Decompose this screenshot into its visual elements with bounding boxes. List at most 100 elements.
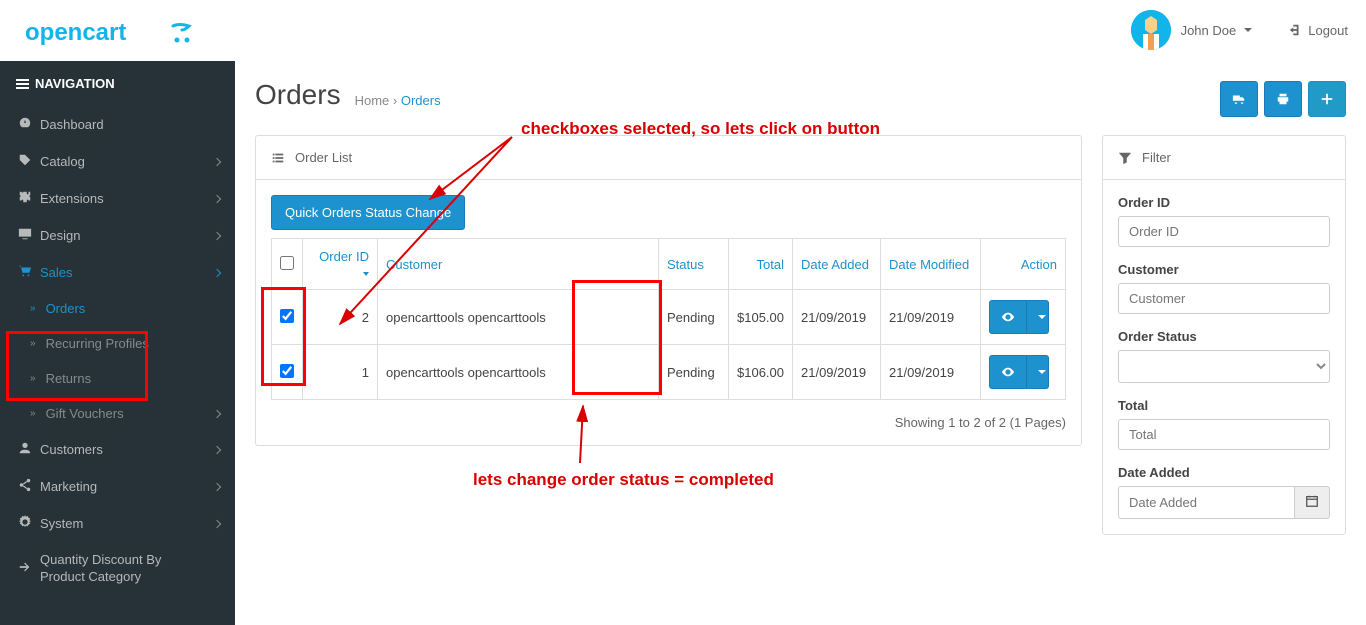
eye-icon [1001,310,1015,324]
logout-label: Logout [1308,23,1348,38]
page-header: Orders Home › Orders [235,61,1366,135]
content-area: Orders Home › Orders Order List [235,61,1366,625]
chevron-right-icon [213,231,221,239]
share-icon [18,478,40,495]
caret-down-icon [1038,315,1046,319]
sidebar-item-catalog[interactable]: Catalog [0,143,235,180]
date-added-label: Date Added [1118,465,1330,480]
col-date-added[interactable]: Date Added [801,257,869,272]
row-checkbox[interactable] [280,364,294,378]
nav-header: NAVIGATION [0,61,235,106]
order-list-heading: Order List [256,136,1081,180]
dropdown-toggle[interactable] [1027,300,1049,334]
sidebar-item-extensions[interactable]: Extensions [0,180,235,217]
print-button[interactable] [1264,81,1302,117]
chevron-right-icon [213,268,221,276]
order-list-panel: Order List Quick Orders Status Change Or… [255,135,1082,446]
order-status-label: Order Status [1118,329,1330,344]
chevron-right-icon [213,157,221,165]
cell-date-modified: 21/09/2019 [881,345,981,400]
sidebar-subitem-giftvouchers[interactable]: » Gift Vouchers [0,396,235,431]
pagination-info: Showing 1 to 2 of 2 (1 Pages) [271,400,1066,430]
cell-date-added: 21/09/2019 [793,345,881,400]
table-row: 1opencarttools opencarttoolsPending$106.… [272,345,1066,400]
sidebar: NAVIGATION Dashboard Catalog Extensions … [0,61,235,625]
breadcrumb: Home › Orders [355,79,441,108]
filter-icon [1118,151,1132,165]
view-button[interactable] [989,300,1027,334]
menu-bars-icon [16,77,29,91]
sidebar-item-sales[interactable]: Sales [0,254,235,291]
breadcrumb-orders[interactable]: Orders [401,93,441,108]
username: John Doe [1181,23,1237,38]
cell-total: $106.00 [729,345,793,400]
customer-label: Customer [1118,262,1330,277]
orders-table: Order ID Customer Status Total Date Adde… [271,238,1066,400]
arrow-icon: » [30,338,36,349]
puzzle-icon [18,190,40,207]
cart-icon [18,264,40,281]
order-id-label: Order ID [1118,195,1330,210]
date-added-input[interactable] [1118,486,1295,519]
top-header: opencart John Doe Logout [0,0,1366,61]
table-row: 2opencarttools opencarttoolsPending$105.… [272,290,1066,345]
sidebar-subitem-orders[interactable]: » Orders [0,291,235,326]
total-input[interactable] [1118,419,1330,450]
chevron-right-icon [213,194,221,202]
cell-total: $105.00 [729,290,793,345]
sort-desc-icon [363,272,369,276]
plus-icon [1320,92,1334,106]
logout-link[interactable]: Logout [1270,23,1366,38]
order-id-input[interactable] [1118,216,1330,247]
filter-heading: Filter [1103,136,1345,180]
sidebar-subitem-recurring[interactable]: » Recurring Profiles [0,326,235,361]
invoice-button[interactable] [1220,81,1258,117]
total-label: Total [1118,398,1330,413]
opencart-logo[interactable]: opencart [25,18,201,48]
sidebar-item-customers[interactable]: Customers [0,431,235,468]
logout-icon [1288,23,1302,37]
col-status[interactable]: Status [667,257,704,272]
dropdown-toggle[interactable] [1027,355,1049,389]
page-title: Orders [255,79,341,111]
arrow-right-icon [18,560,40,577]
cell-date-modified: 21/09/2019 [881,290,981,345]
dashboard-icon [18,116,40,133]
truck-icon [1232,92,1246,106]
col-action: Action [981,239,1066,290]
row-checkbox[interactable] [280,309,294,323]
col-total[interactable]: Total [757,257,784,272]
sidebar-subitem-returns[interactable]: » Returns [0,361,235,396]
customer-input[interactable] [1118,283,1330,314]
col-order-id[interactable]: Order ID [319,249,369,279]
cell-order-id: 1 [303,345,378,400]
sidebar-item-dashboard[interactable]: Dashboard [0,106,235,143]
filter-panel: Filter Order ID Customer Order Status [1102,135,1346,535]
tag-icon [18,153,40,170]
col-customer[interactable]: Customer [386,257,442,272]
caret-down-icon [1038,370,1046,374]
sidebar-item-system[interactable]: System [0,505,235,542]
chevron-right-icon [213,445,221,453]
sidebar-item-marketing[interactable]: Marketing [0,468,235,505]
calendar-button[interactable] [1295,486,1330,519]
gear-icon [18,515,40,532]
chevron-right-icon [213,409,221,417]
add-button[interactable] [1308,81,1346,117]
sidebar-item-quantity-discount[interactable]: Quantity Discount By Product Category [0,542,235,596]
cell-customer: opencarttools opencarttools [378,290,659,345]
col-date-modified[interactable]: Date Modified [889,257,969,272]
calendar-icon [1305,494,1319,508]
chevron-right-icon [213,519,221,527]
user-menu[interactable]: John Doe [1113,10,1271,50]
select-all-checkbox[interactable] [280,256,294,270]
quick-status-change-button[interactable]: Quick Orders Status Change [271,195,465,230]
view-button[interactable] [989,355,1027,389]
arrow-icon: » [30,408,36,419]
cell-order-id: 2 [303,290,378,345]
monitor-icon [18,227,40,244]
order-status-select[interactable] [1118,350,1330,383]
sidebar-item-design[interactable]: Design [0,217,235,254]
chevron-right-icon [213,482,221,490]
caret-down-icon [1244,28,1252,32]
